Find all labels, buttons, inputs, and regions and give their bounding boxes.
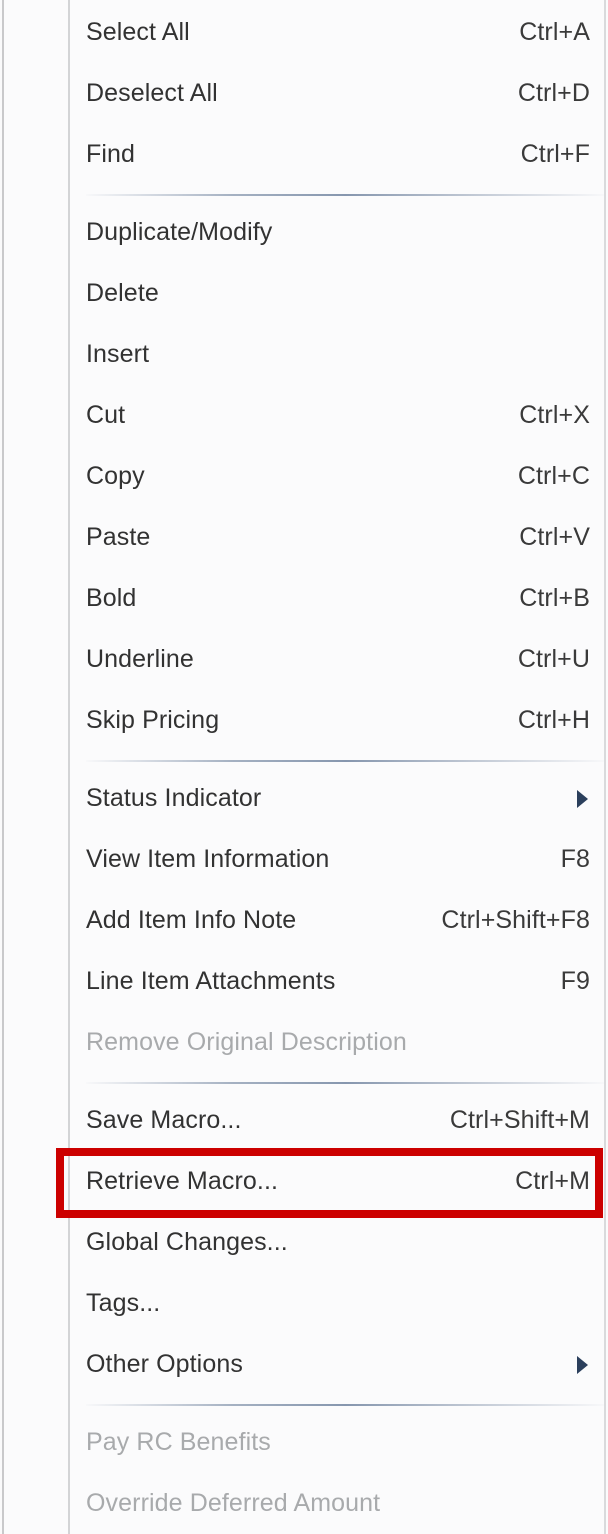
menu-separator — [86, 1404, 606, 1406]
menu-item-shortcut: Ctrl+A — [519, 18, 590, 46]
menu-item-shortcut: Ctrl+M — [515, 1167, 590, 1195]
menu-item-label: View Item Information — [86, 845, 330, 873]
menu-item-status-indicator[interactable]: Status Indicator — [70, 768, 608, 829]
menu-item-shortcut: Ctrl+Shift+F8 — [441, 906, 590, 934]
menu-item-label: Global Changes... — [86, 1228, 288, 1256]
context-menu-panel: Select All Ctrl+A Deselect All Ctrl+D Find Ct… — [68, 0, 608, 1534]
menu-item-label: Duplicate/Modify — [86, 218, 273, 246]
menu-item-label: Skip Pricing — [86, 706, 220, 734]
menu-item-shortcut: Ctrl+V — [519, 523, 590, 551]
submenu-arrow-icon — [577, 1355, 588, 1374]
menu-item-skip-pricing[interactable]: Skip Pricing Ctrl+H — [70, 690, 608, 751]
menu-item-underline[interactable]: Underline Ctrl+U — [70, 629, 608, 690]
menu-item-cut[interactable]: Cut Ctrl+X — [70, 385, 608, 446]
menu-item-label: Copy — [86, 462, 145, 490]
menu-item-tags[interactable]: Tags... — [70, 1273, 608, 1334]
menu-item-label: Delete — [86, 279, 159, 307]
menu-item-label: Other Options — [86, 1350, 243, 1378]
menu-item-select-all[interactable]: Select All Ctrl+A — [70, 2, 608, 63]
menu-item-global-changes[interactable]: Global Changes... — [70, 1212, 608, 1273]
menu-item-duplicate-modify[interactable]: Duplicate/Modify — [70, 202, 608, 263]
menu-item-label: Status Indicator — [86, 784, 262, 812]
menu-item-add-item-info-note[interactable]: Add Item Info Note Ctrl+Shift+F8 — [70, 890, 608, 951]
context-menu-right-edge — [604, 0, 606, 1534]
menu-item-shortcut: Ctrl+F — [520, 140, 590, 168]
menu-item-deselect-all[interactable]: Deselect All Ctrl+D — [70, 63, 608, 124]
menu-item-pay-rc-benefits: Pay RC Benefits — [70, 1412, 608, 1473]
menu-item-bold[interactable]: Bold Ctrl+B — [70, 568, 608, 629]
menu-item-label: Line Item Attachments — [86, 967, 336, 995]
menu-item-label: Cut — [86, 401, 126, 429]
menu-item-label: Select All — [86, 18, 190, 46]
menu-item-shortcut: Ctrl+U — [517, 645, 590, 673]
menu-item-shortcut: Ctrl+C — [517, 462, 590, 490]
menu-item-shortcut: Ctrl+D — [517, 79, 590, 107]
menu-item-override-deferred-amount: Override Deferred Amount — [70, 1473, 608, 1534]
menu-item-retrieve-macro[interactable]: Retrieve Macro... Ctrl+M — [70, 1151, 608, 1212]
menu-item-view-item-information[interactable]: View Item Information F8 — [70, 829, 608, 890]
menu-item-paste[interactable]: Paste Ctrl+V — [70, 507, 608, 568]
menu-item-shortcut: Ctrl+Shift+M — [449, 1106, 590, 1134]
menu-item-remove-original-description: Remove Original Description — [70, 1012, 608, 1073]
menu-item-shortcut: F8 — [560, 845, 590, 873]
menu-item-label: Save Macro... — [86, 1106, 242, 1134]
menu-item-copy[interactable]: Copy Ctrl+C — [70, 446, 608, 507]
menu-separator — [86, 760, 606, 762]
menu-item-insert[interactable]: Insert — [70, 324, 608, 385]
menu-item-label: Override Deferred Amount — [86, 1489, 381, 1517]
menu-separator — [86, 194, 606, 196]
menu-item-shortcut: Ctrl+X — [519, 401, 590, 429]
menu-item-save-macro[interactable]: Save Macro... Ctrl+Shift+M — [70, 1090, 608, 1151]
screen: Select All Ctrl+A Deselect All Ctrl+D Find Ct… — [0, 0, 608, 1534]
background-gutter-panel — [4, 0, 68, 1534]
menu-item-shortcut: F9 — [560, 967, 590, 995]
menu-item-label: Paste — [86, 523, 151, 551]
menu-item-label: Pay RC Benefits — [86, 1428, 271, 1456]
menu-item-label: Remove Original Description — [86, 1028, 407, 1056]
menu-item-line-item-attachments[interactable]: Line Item Attachments F9 — [70, 951, 608, 1012]
menu-item-label: Bold — [86, 584, 137, 612]
menu-item-label: Deselect All — [86, 79, 218, 107]
submenu-arrow-icon — [577, 789, 588, 808]
menu-item-delete[interactable]: Delete — [70, 263, 608, 324]
menu-item-label: Insert — [86, 340, 150, 368]
menu-item-label: Add Item Info Note — [86, 906, 297, 934]
menu-item-other-options[interactable]: Other Options — [70, 1334, 608, 1395]
menu-item-label: Find — [86, 140, 136, 168]
menu-item-label: Underline — [86, 645, 194, 673]
menu-item-label: Retrieve Macro... — [86, 1167, 279, 1195]
menu-separator — [86, 1082, 606, 1084]
menu-item-shortcut: Ctrl+B — [519, 584, 590, 612]
menu-item-label: Tags... — [86, 1289, 161, 1317]
menu-item-shortcut: Ctrl+H — [517, 706, 590, 734]
menu-item-find[interactable]: Find Ctrl+F — [70, 124, 608, 185]
